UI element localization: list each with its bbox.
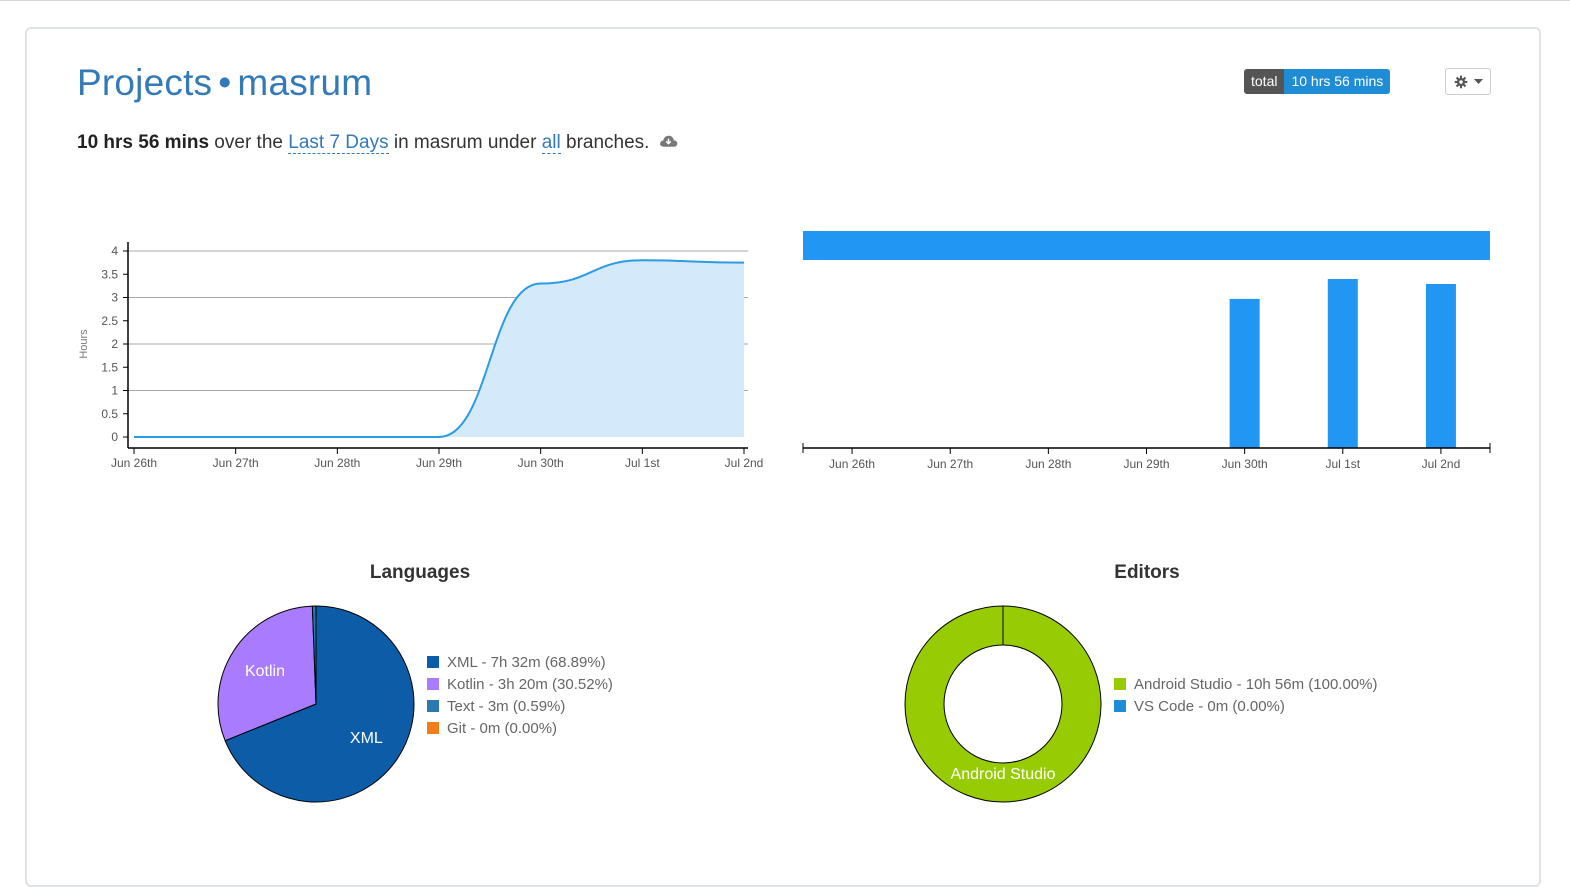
total-badge-key: total (1244, 69, 1285, 94)
total-range-bar (803, 231, 1490, 260)
cloud-download-icon[interactable] (659, 132, 678, 154)
editors-legend: Android Studio - 10h 56m (100.00%) VS Cod… (1114, 673, 1377, 717)
x-tick-label: Jul 2nd (725, 456, 764, 470)
legend-swatch (427, 700, 439, 712)
daily-bar (1229, 298, 1260, 448)
x-tick-label: Jun 27th (213, 456, 259, 470)
daily-bar (1425, 283, 1456, 448)
x-tick-label: Jun 29th (1123, 457, 1169, 471)
y-axis-label: Hours (78, 329, 90, 359)
x-tick-label: Jul 1st (1325, 457, 1360, 471)
pie-slice-label: XML (350, 730, 383, 747)
legend-swatch (1114, 678, 1126, 690)
summary-line: 10 hrs 56 mins over the Last 7 Days in m… (77, 132, 678, 155)
y-tick-label: 4 (111, 244, 118, 258)
legend-item[interactable]: Text - 3m (0.59%) (427, 695, 613, 717)
total-badge: total 10 hrs 56 mins (1244, 69, 1391, 94)
daily-bar (1327, 279, 1358, 448)
y-tick-label: 3 (111, 291, 118, 305)
legend-item[interactable]: VS Code - 0m (0.00%) (1114, 695, 1377, 717)
gear-icon (1454, 75, 1467, 88)
y-tick-label: 2.5 (101, 314, 118, 328)
page-title: Projects • masrum (77, 62, 372, 104)
x-tick-label: Jul 1st (625, 456, 660, 470)
languages-legend: XML - 7h 32m (68.89%) Kotlin - 3h 20m (30… (427, 651, 613, 739)
y-tick-label: 3.5 (101, 267, 118, 281)
legend-label: VS Code - 0m (0.00%) (1134, 697, 1285, 715)
x-tick-label: Jun 26th (829, 457, 875, 471)
legend-item[interactable]: Kotlin - 3h 20m (30.52%) (427, 673, 613, 695)
legend-swatch (1114, 700, 1126, 712)
caret-down-icon (1473, 78, 1483, 84)
legend-label: Git - 0m (0.00%) (447, 719, 558, 737)
y-tick-label: 1 (111, 384, 118, 398)
legend-label: Text - 3m (0.59%) (447, 697, 566, 715)
summary-text-3: branches. (560, 132, 650, 154)
editors-title: Editors (1114, 562, 1180, 583)
summary-text-2: in masrum under (388, 132, 542, 154)
legend-swatch (427, 656, 439, 668)
x-tick-label: Jun 26th (111, 456, 157, 470)
legend-item[interactable]: Git - 0m (0.00%) (427, 717, 613, 739)
x-tick-label: Jun 28th (314, 456, 360, 470)
languages-pie-chart: XML Kotlin (217, 605, 415, 803)
area-fill (134, 260, 744, 437)
branch-filter-link[interactable]: all (541, 132, 561, 155)
legend-label: Android Studio - 10h 56m (100.00%) (1134, 675, 1378, 693)
x-tick-label: Jul 2nd (1422, 457, 1461, 471)
y-tick-label: 0.5 (101, 407, 118, 421)
project-name: masrum (237, 62, 373, 103)
x-tick-label: Jun 30th (518, 456, 564, 470)
y-tick-label: 0 (111, 430, 118, 444)
legend-swatch (427, 722, 439, 734)
editors-donut-chart: Android Studio (904, 605, 1102, 803)
legend-swatch (427, 678, 439, 690)
donut-hole (943, 644, 1063, 764)
languages-title: Languages (369, 562, 471, 583)
y-tick-label: 2 (111, 337, 118, 351)
legend-item[interactable]: XML - 7h 32m (68.89%) (427, 651, 613, 673)
x-tick-label: Jun 29th (416, 456, 462, 470)
x-tick-label: Jun 27th (927, 457, 973, 471)
y-tick-label: 1.5 (101, 360, 118, 374)
daily-hours-area-chart: 0 0.5 1 1.5 2 2.5 3 3.5 4 Hours Jun 26th Jun 27th Ju… (78, 242, 764, 470)
donut-slice-label: Android Studio (951, 766, 1056, 783)
x-tick-label: Jun 28th (1025, 457, 1071, 471)
pie-slice-label: Kotlin (245, 663, 285, 680)
date-range-link[interactable]: Last 7 Days (288, 132, 389, 155)
settings-dropdown-button[interactable] (1445, 68, 1491, 95)
projects-link[interactable]: Projects (77, 62, 212, 103)
title-separator: • (218, 62, 232, 103)
daily-bar-chart: Jun 26th Jun 27th Jun 28th Jun 29th Jun 30th… (802, 231, 1491, 471)
total-badge-value: 10 hrs 56 mins (1284, 69, 1391, 94)
summary-text-1: over the (209, 132, 289, 154)
legend-item[interactable]: Android Studio - 10h 56m (100.00%) (1114, 673, 1377, 695)
summary-total: 10 hrs 56 mins (77, 132, 210, 154)
legend-label: Kotlin - 3h 20m (30.52%) (447, 675, 613, 693)
x-tick-label: Jun 30th (1222, 457, 1268, 471)
legend-label: XML - 7h 32m (68.89%) (447, 653, 606, 671)
top-divider (0, 0, 1570, 1)
